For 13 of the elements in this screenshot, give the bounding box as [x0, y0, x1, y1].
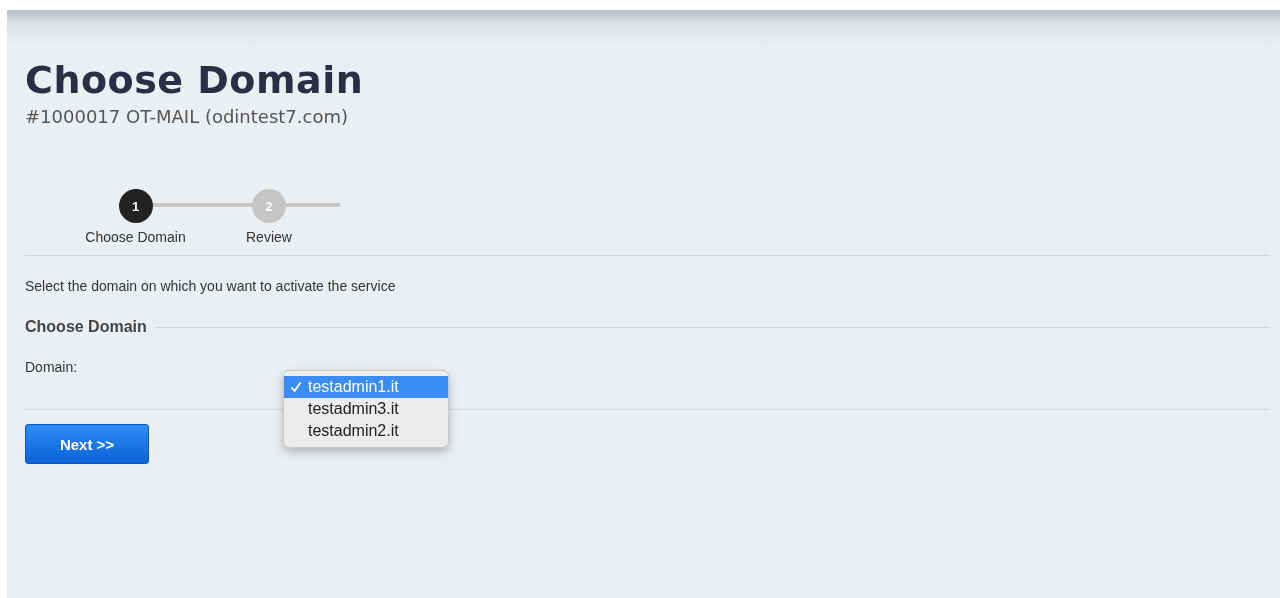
page-subtitle: #1000017 OT-MAIL (odintest7.com) [25, 106, 348, 127]
next-button[interactable]: Next >> [25, 424, 149, 464]
dropdown-option[interactable]: testadmin2.it [284, 420, 448, 442]
page-title: Choose Domain [25, 58, 364, 102]
dropdown-option[interactable]: testadmin3.it [284, 398, 448, 420]
field-label: Domain: [25, 359, 78, 377]
instruction-text: Select the domain on which you want to activate the service [25, 278, 396, 294]
step-label: Review [246, 229, 292, 245]
check-icon [290, 381, 302, 393]
step-number: 2 [251, 189, 286, 223]
step-number: 1 [118, 189, 153, 223]
step-label: Choose Domain [85, 229, 186, 245]
section-title: Choose Domain [25, 318, 147, 336]
